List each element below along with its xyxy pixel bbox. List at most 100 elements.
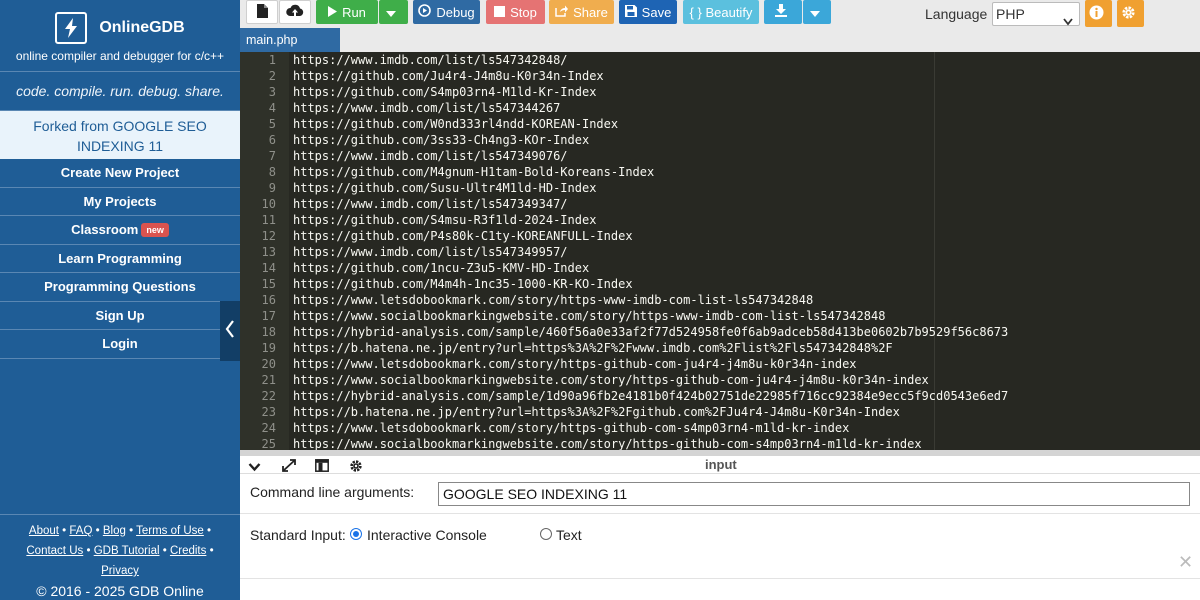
code-line[interactable]: https://www.letsdobookmark.com/story/htt… <box>293 357 857 371</box>
save-icon <box>624 4 642 20</box>
save-label: Save <box>641 4 672 20</box>
line-number: 10 <box>261 197 276 211</box>
code-line[interactable]: https://www.letsdobookmark.com/story/htt… <box>293 421 849 435</box>
code-line[interactable]: https://www.socialbookmarkingwebsite.com… <box>293 373 929 387</box>
collapse-sidebar-button[interactable] <box>220 301 240 361</box>
brand[interactable]: OnlineGDB online compiler and debugger f… <box>0 0 240 72</box>
footer-link-credits[interactable]: Credits <box>170 545 206 557</box>
beautify-button[interactable]: { } Beautify <box>683 0 759 24</box>
footer-link-contact[interactable]: Contact Us <box>26 545 83 557</box>
save-button[interactable]: Save <box>619 0 677 24</box>
stop-label: Stop <box>510 4 537 20</box>
line-number: 23 <box>261 405 276 419</box>
code-line[interactable]: https://github.com/Ju4r4-J4m8u-K0r34n-In… <box>293 69 604 83</box>
footer-link-blog[interactable]: Blog <box>103 525 126 537</box>
nav-label: Programming Questions <box>44 279 196 294</box>
run-options-button[interactable] <box>379 0 408 24</box>
code-line[interactable]: https://github.com/M4m4h-1nc35-1000-KR-K… <box>293 277 633 291</box>
stop-icon <box>494 5 510 20</box>
code-line[interactable]: https://github.com/Susu-Ultr4M1ld-HD-Ind… <box>293 181 596 195</box>
code-line[interactable]: https://www.imdb.com/list/ls547349347/ <box>293 197 568 211</box>
toolbar: Run Debug Stop Share Save { } Beautify L… <box>240 0 1200 28</box>
footer-links: About • FAQ • Blog • Terms of Use • Cont… <box>26 525 214 577</box>
line-number: 19 <box>261 341 276 355</box>
line-number: 24 <box>261 421 276 435</box>
code-line[interactable]: https://b.hatena.ne.jp/entry?url=https%3… <box>293 405 900 419</box>
footer-link-terms[interactable]: Terms of Use <box>136 525 204 537</box>
nav-programming-questions[interactable]: Programming Questions <box>0 273 240 302</box>
nav-login[interactable]: Login <box>0 330 240 359</box>
caret-down-icon <box>809 5 825 20</box>
text-label[interactable]: Text <box>556 527 582 543</box>
code-line[interactable]: https://www.socialbookmarkingwebsite.com… <box>293 437 922 450</box>
upload-button[interactable] <box>279 0 311 24</box>
code-line[interactable]: https://github.com/3ss33-Ch4ng3-KOr-Inde… <box>293 133 589 147</box>
code-line[interactable]: https://www.letsdobookmark.com/story/htt… <box>293 293 813 307</box>
close-icon[interactable]: ✕ <box>1178 552 1193 573</box>
debug-icon <box>418 4 436 20</box>
sidebar-footer: About • FAQ • Blog • Terms of Use • Cont… <box>0 514 240 600</box>
line-number: 11 <box>261 213 276 227</box>
info-button[interactable] <box>1085 0 1112 27</box>
interactive-console-radio[interactable] <box>350 528 362 540</box>
info-icon <box>1089 5 1109 23</box>
debug-button[interactable]: Debug <box>413 0 480 24</box>
download-button[interactable] <box>764 0 802 24</box>
download-options-button[interactable] <box>803 0 831 24</box>
run-button[interactable]: Run <box>316 0 378 24</box>
tab-main-php[interactable]: main.php <box>240 28 340 52</box>
nav-create-new-project[interactable]: Create New Project <box>0 159 240 188</box>
footer-link-privacy[interactable]: Privacy <box>101 565 139 577</box>
nav-learn-programming[interactable]: Learn Programming <box>0 245 240 273</box>
command-line-args-label: Command line arguments: <box>250 484 415 500</box>
code-line[interactable]: https://www.imdb.com/list/ls547342848/ <box>293 53 568 67</box>
code-editor[interactable]: 1 2 3 4 5 6 7 8 9 10 11 12 13 14 15 16 17 18 19 20 21 22 23 24 2… <box>240 52 1200 450</box>
caret-down-icon <box>386 5 401 20</box>
new-file-button[interactable] <box>246 0 278 24</box>
code-line[interactable]: https://github.com/S4mp03rn4-M1ld-Kr-Ind… <box>293 85 596 99</box>
code-line[interactable]: https://www.socialbookmarkingwebsite.com… <box>293 309 885 323</box>
sidebar-nav: Create New Project My Projects Classroom… <box>0 159 240 359</box>
settings-button[interactable] <box>1117 0 1144 27</box>
code-line[interactable]: https://hybrid-analysis.com/sample/1d90a… <box>293 389 1008 403</box>
download-icon <box>774 4 792 20</box>
code-line[interactable]: https://github.com/S4msu-R3f1ld-2024-Ind… <box>293 213 596 227</box>
nav-label: Classroom <box>71 222 139 237</box>
text-radio[interactable] <box>540 528 552 540</box>
code-line[interactable]: https://github.com/W0nd333rl4ndd-KOREAN-… <box>293 117 618 131</box>
code-line[interactable]: https://github.com/1ncu-Z3u5-KMV-HD-Inde… <box>293 261 589 275</box>
io-divider <box>240 578 1200 579</box>
nav-my-projects[interactable]: My Projects <box>0 188 240 216</box>
code-line[interactable]: https://www.imdb.com/list/ls547349957/ <box>293 245 568 259</box>
standard-input-label: Standard Input: <box>250 527 346 543</box>
new-badge: new <box>141 223 169 237</box>
chevron-left-icon <box>225 319 235 343</box>
nav-label: My Projects <box>83 193 157 209</box>
code-line[interactable]: https://hybrid-analysis.com/sample/460f5… <box>293 325 1008 339</box>
line-number: 7 <box>268 149 276 163</box>
forked-from[interactable]: Forked from GOOGLE SEO INDEXING 11 <box>0 111 240 159</box>
code-line[interactable]: https://github.com/M4gnum-H1tam-Bold-Kor… <box>293 165 654 179</box>
code-line[interactable]: https://www.imdb.com/list/ls547349076/ <box>293 149 568 163</box>
motto: code. compile. run. debug. share. <box>0 72 240 111</box>
share-button[interactable]: Share <box>549 0 614 24</box>
stop-button[interactable]: Stop <box>486 0 545 24</box>
beautify-label: { } Beautify <box>689 4 753 20</box>
nav-sign-up[interactable]: Sign Up <box>0 302 240 330</box>
footer-link-about[interactable]: About <box>29 525 59 537</box>
footer-link-gdb-tutorial[interactable]: GDB Tutorial <box>94 545 160 557</box>
new-file-icon <box>256 3 268 21</box>
code-line[interactable]: https://www.imdb.com/list/ls547344267 <box>293 101 560 115</box>
line-number: 17 <box>261 309 276 323</box>
line-number: 16 <box>261 293 276 307</box>
debug-label: Debug <box>436 4 475 20</box>
language-select[interactable]: PHP <box>992 2 1080 26</box>
code-line[interactable]: https://b.hatena.ne.jp/entry?url=https%3… <box>293 341 893 355</box>
gear-icon <box>1121 5 1141 23</box>
interactive-console-label[interactable]: Interactive Console <box>367 527 487 543</box>
nav-classroom[interactable]: Classroom new <box>0 216 240 245</box>
footer-link-faq[interactable]: FAQ <box>69 525 92 537</box>
command-line-args-input[interactable]: GOOGLE SEO INDEXING 11 <box>438 482 1190 506</box>
command-line-args-row: Command line arguments: GOOGLE SEO INDEX… <box>240 474 1200 514</box>
code-line[interactable]: https://github.com/P4s80k-C1ty-KOREANFUL… <box>293 229 633 243</box>
